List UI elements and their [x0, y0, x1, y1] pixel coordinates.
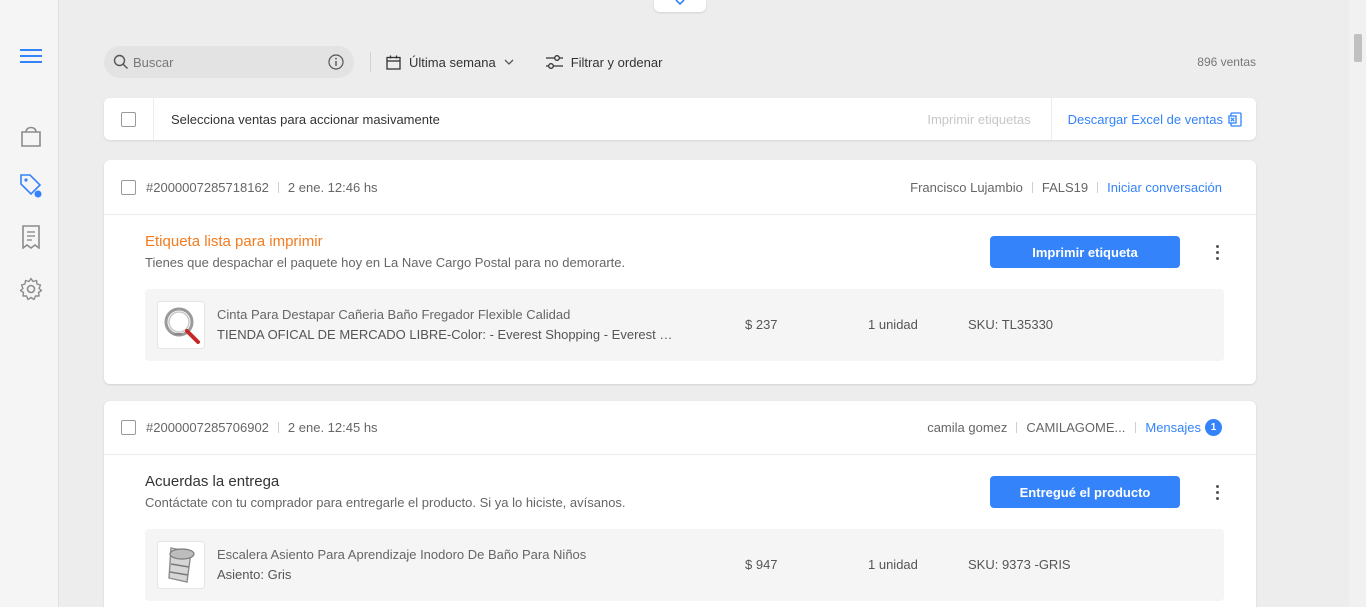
order-item: Cinta Para Destapar Cañeria Baño Fregado…: [145, 289, 1224, 361]
toolbar-divider: [370, 52, 371, 72]
order-checkbox[interactable]: [121, 179, 136, 195]
search-input[interactable]: [133, 54, 328, 70]
order-card: #2000007285718162 2 ene. 12:46 hs Franci…: [104, 160, 1256, 384]
filter-sort-button[interactable]: Filtrar y ordenar: [545, 54, 663, 70]
more-options-icon[interactable]: [1211, 482, 1223, 502]
period-dropdown[interactable]: Última semana: [386, 55, 514, 70]
search-icon: [113, 54, 128, 69]
excel-icon: [1228, 111, 1242, 127]
shopping-bag-icon[interactable]: [18, 122, 44, 148]
buyer-info: camila gomez CAMILAGOME... Mensajes 1: [927, 419, 1222, 436]
scrollbar-thumb[interactable]: [1354, 34, 1362, 62]
separator: [1135, 422, 1137, 433]
gear-icon[interactable]: [18, 276, 44, 302]
status-description: Contáctate con tu comprador para entrega…: [145, 495, 626, 510]
bulk-select-text: Selecciona ventas para accionar masivame…: [171, 111, 440, 127]
scrollbar[interactable]: [1349, 0, 1366, 607]
bulk-divider: [153, 98, 154, 140]
info-icon[interactable]: [328, 54, 344, 70]
status-description: Tienes que despachar el paquete hoy en L…: [145, 255, 626, 270]
bulk-actions-bar: Selecciona ventas para accionar masivame…: [104, 98, 1256, 140]
messages-link[interactable]: Mensajes: [1145, 420, 1201, 435]
separator: [277, 422, 279, 433]
collapse-header-tab[interactable]: [654, 0, 706, 12]
search-box: [104, 46, 354, 78]
separator: [1016, 422, 1018, 433]
toilet-step-image: [168, 547, 195, 583]
product-thumbnail[interactable]: [157, 301, 205, 349]
order-date: 2 ene. 12:46 hs: [287, 179, 378, 195]
chevron-down-icon: [675, 0, 685, 6]
product-sku: SKU: 9373 -GRIS: [968, 557, 1071, 572]
product-variation: Asiento: Gris: [217, 567, 292, 582]
order-header: #2000007285706902 2 ene. 12:45 hs camila…: [104, 401, 1256, 455]
buyer-info: Francisco Lujambio FALS19 Iniciar conver…: [910, 180, 1222, 195]
calendar-icon: [386, 55, 401, 70]
sliders-icon: [545, 55, 563, 69]
product-title[interactable]: Cinta Para Destapar Cañeria Baño Fregado…: [217, 307, 687, 322]
product-price: $ 237: [745, 317, 778, 332]
order-item: Escalera Asiento Para Aprendizaje Inodor…: [145, 529, 1224, 601]
product-price: $ 947: [745, 557, 778, 572]
select-all-checkbox[interactable]: [121, 111, 136, 127]
toolbar: Última semana Filtrar y ordenar 896 vent…: [104, 46, 1256, 78]
product-quantity: 1 unidad: [868, 557, 918, 572]
product-title[interactable]: Escalera Asiento Para Aprendizaje Inodor…: [217, 547, 687, 562]
order-checkbox[interactable]: [121, 420, 136, 435]
receipt-icon[interactable]: [18, 224, 44, 250]
bulk-print-labels-button[interactable]: Imprimir etiquetas: [927, 112, 1030, 127]
status-title: Etiqueta lista para imprimir: [145, 233, 323, 250]
buyer-name: camila gomez: [927, 420, 1008, 435]
separator: [1031, 181, 1033, 193]
order-date: 2 ene. 12:45 hs: [287, 420, 378, 435]
start-conversation-link[interactable]: Iniciar conversación: [1107, 180, 1222, 195]
delivered-product-button[interactable]: Entregué el producto: [990, 476, 1180, 508]
sales-tag-icon[interactable]: [18, 172, 44, 198]
buyer-nickname: CAMILAGOME...: [1026, 420, 1126, 435]
menu-icon[interactable]: [18, 43, 44, 69]
drain-cable-image: [164, 307, 200, 344]
order-id: #2000007285718162: [146, 179, 269, 195]
download-excel-label: Descargar Excel de ventas: [1067, 111, 1223, 127]
chevron-down-icon: [504, 59, 514, 65]
sidebar: [0, 0, 59, 607]
separator: [277, 181, 279, 193]
print-label-button[interactable]: Imprimir etiqueta: [990, 236, 1180, 268]
separator: [1097, 181, 1099, 193]
product-thumbnail[interactable]: [157, 541, 205, 589]
status-title: Acuerdas la entrega: [145, 473, 280, 490]
order-id: #2000007285706902: [146, 420, 269, 435]
buyer-nickname: FALS19: [1041, 179, 1089, 195]
order-header: #2000007285718162 2 ene. 12:46 hs Franci…: [104, 160, 1256, 215]
product-variation: TIENDA OFICAL DE MERCADO LIBRE-Color: - …: [217, 327, 677, 342]
order-card: #2000007285706902 2 ene. 12:45 hs camila…: [104, 401, 1256, 607]
product-sku: SKU: TL35330: [968, 317, 1054, 332]
product-quantity: 1 unidad: [868, 317, 918, 332]
buyer-name: Francisco Lujambio: [910, 179, 1023, 195]
unread-badge: 1: [1205, 419, 1222, 436]
filter-sort-label: Filtrar y ordenar: [570, 54, 663, 70]
download-excel-button[interactable]: Descargar Excel de ventas: [1052, 112, 1256, 127]
sales-count: 896 ventas: [1197, 55, 1256, 69]
more-options-icon[interactable]: [1211, 242, 1223, 262]
period-label: Última semana: [409, 54, 496, 70]
